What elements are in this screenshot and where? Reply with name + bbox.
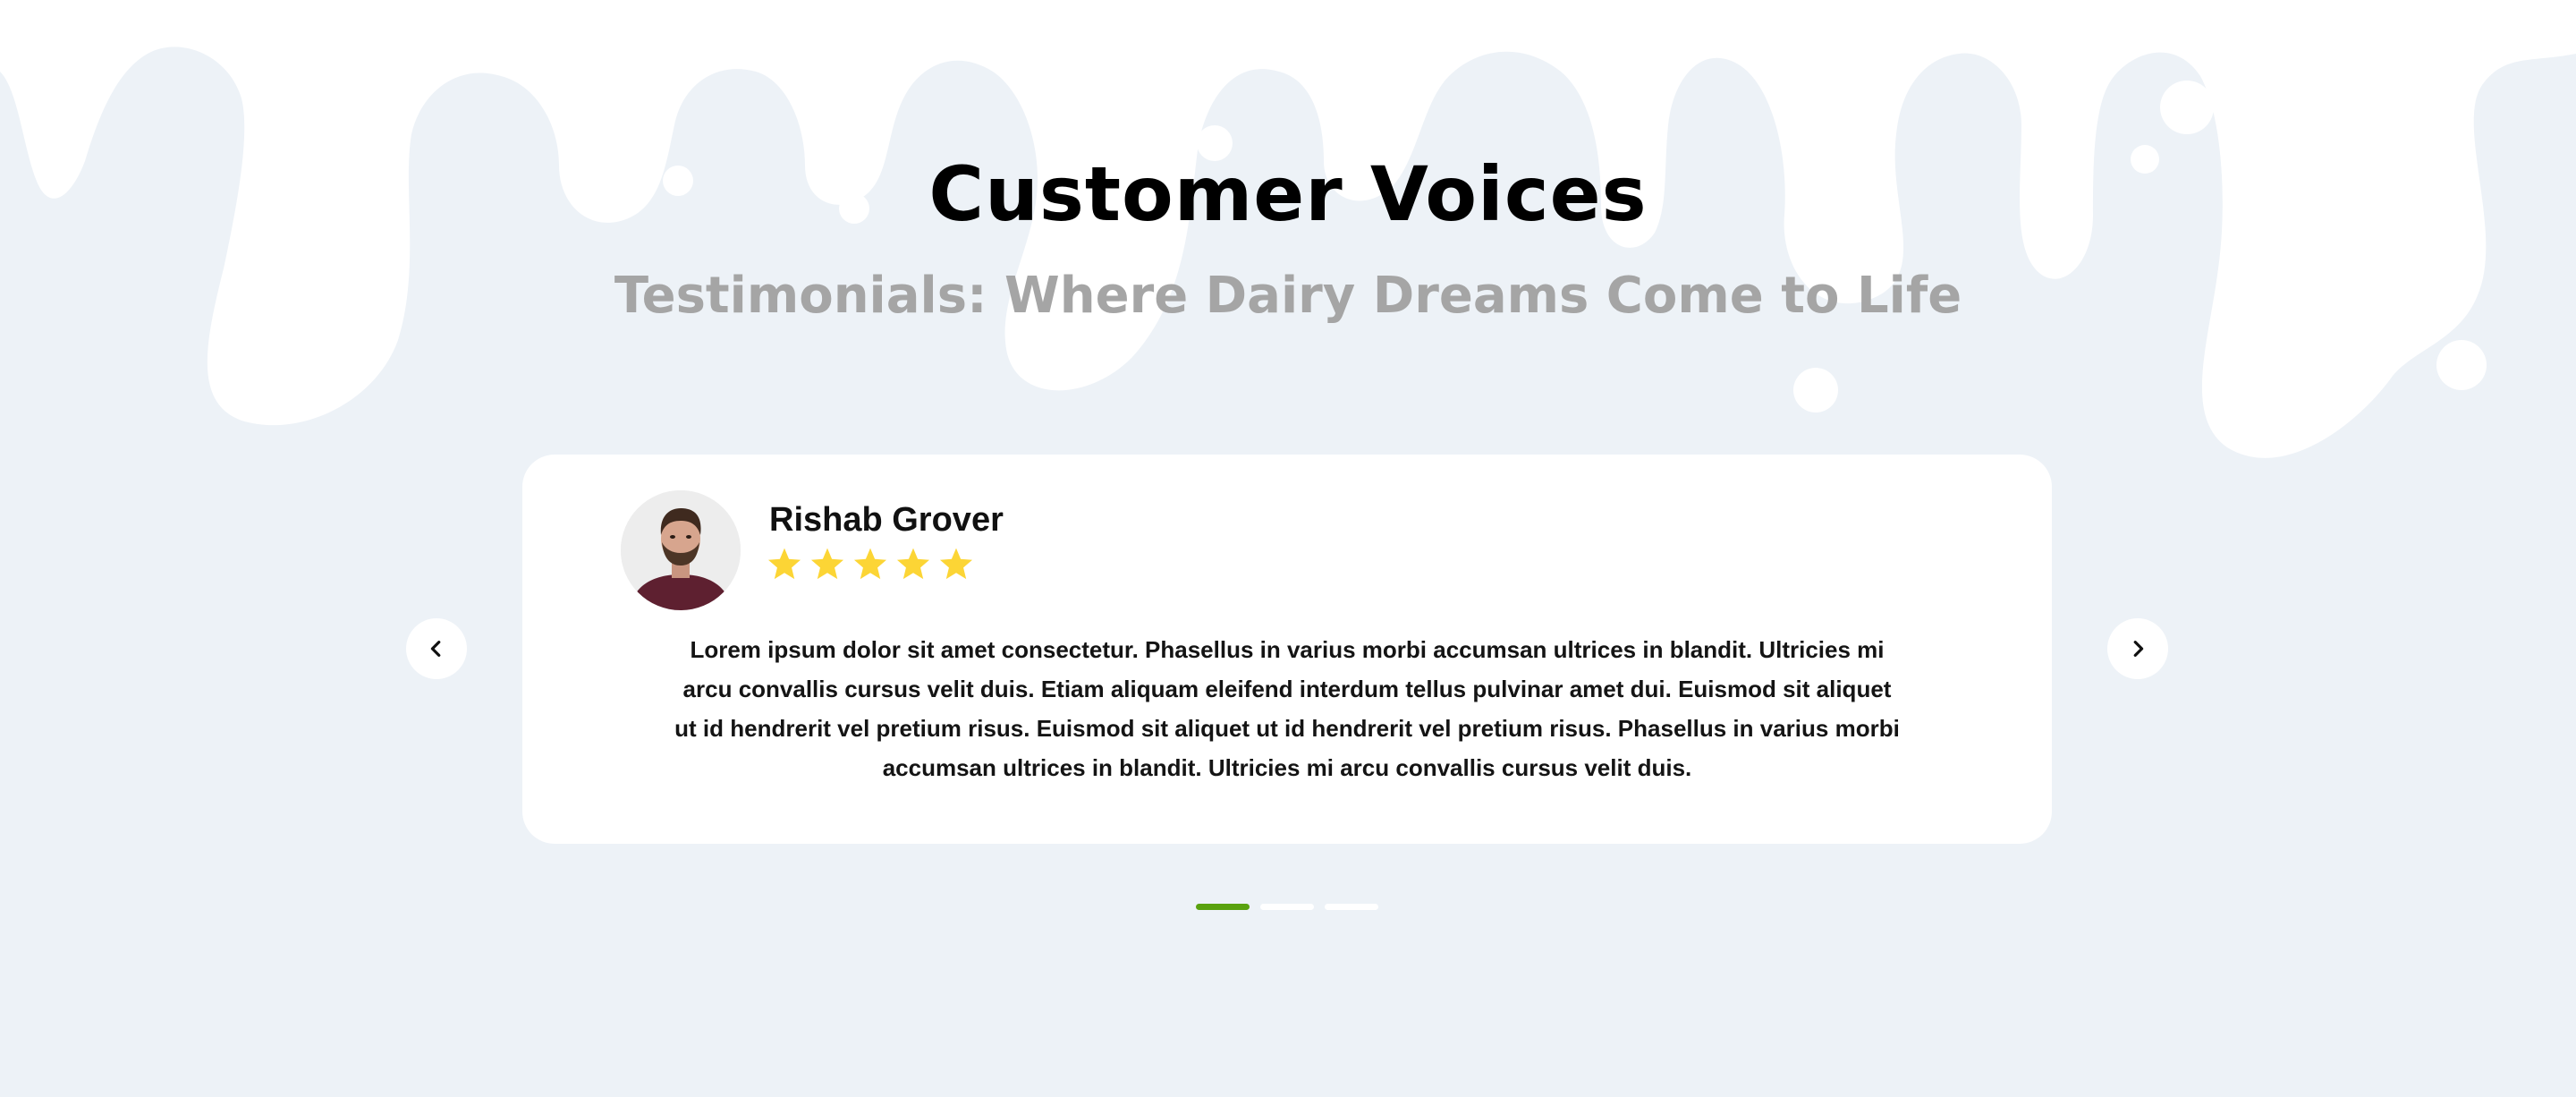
pagination-dot-2[interactable] (1260, 904, 1314, 910)
carousel-prev-button[interactable] (406, 618, 467, 679)
carousel-pagination (1196, 904, 1378, 910)
carousel-next-button[interactable] (2107, 618, 2168, 679)
reviewer-avatar (621, 490, 741, 610)
reviewer-name: Rishab Grover (769, 501, 1004, 539)
section-subtitle: Testimonials: Where Dairy Dreams Come to… (614, 267, 1962, 325)
star-icon (896, 548, 930, 580)
reviewer-portrait (621, 490, 741, 610)
section-title: Customer Voices (928, 150, 1648, 238)
milk-drip-background (0, 0, 2576, 458)
star-icon (853, 548, 887, 580)
testimonial-card: Rishab Grover Lorem ipsum dolor sit amet… (522, 455, 2052, 844)
pagination-dot-1[interactable] (1196, 904, 1250, 910)
star-icon (767, 548, 801, 580)
star-icon (810, 548, 844, 580)
chevron-left-icon (430, 641, 441, 657)
star-icon (939, 548, 973, 580)
pagination-dot-3[interactable] (1325, 904, 1378, 910)
star-rating (766, 546, 975, 583)
review-text: Lorem ipsum dolor sit amet consectetur. … (674, 636, 1900, 781)
chevron-right-icon (2133, 641, 2144, 657)
